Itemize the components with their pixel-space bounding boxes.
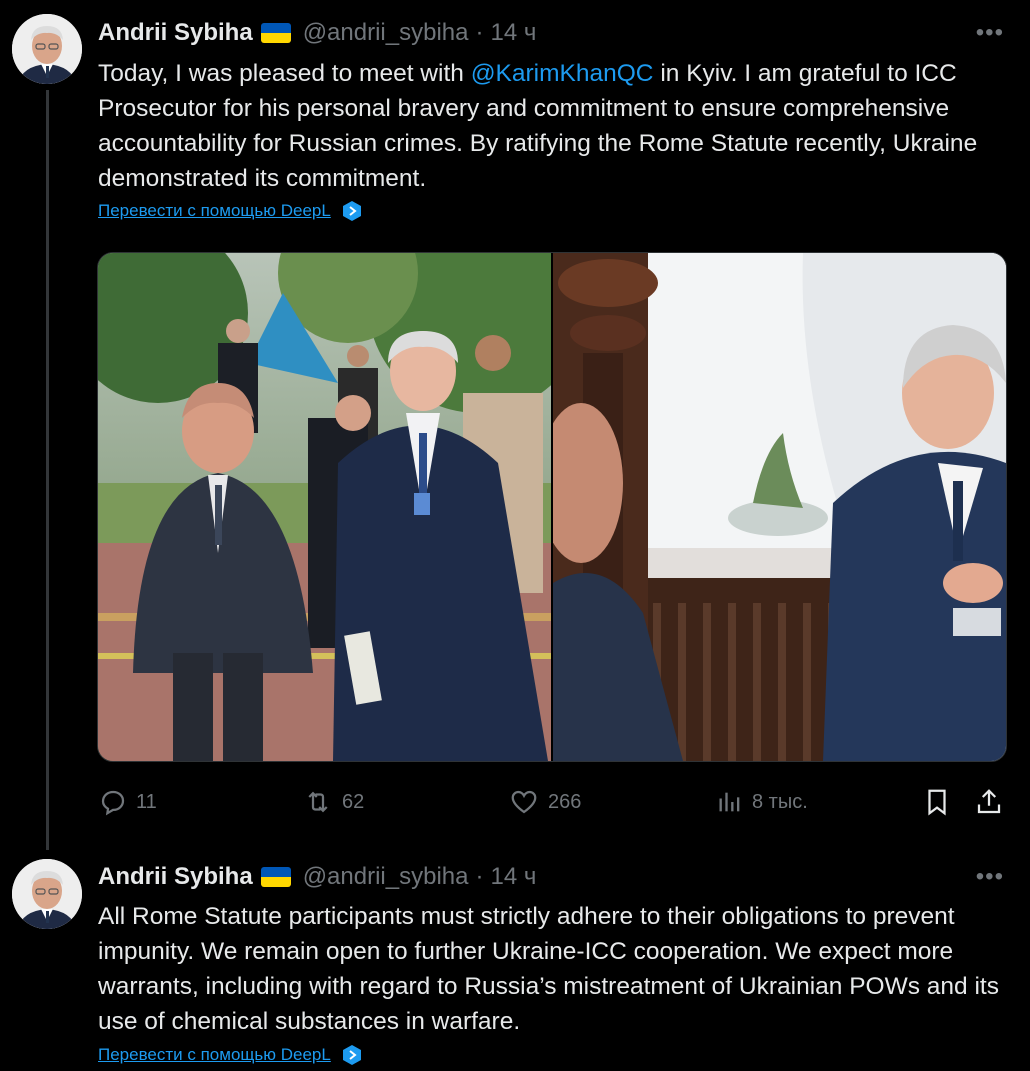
- repost-icon: [302, 787, 334, 817]
- views-button[interactable]: 8 тыс.: [716, 784, 808, 820]
- tweet-1[interactable]: Andrii Sybiha @andrii_sybiha · 14 ч ••• …: [0, 0, 1030, 850]
- bookmark-button[interactable]: [922, 784, 952, 820]
- ukraine-flag-icon: [260, 23, 291, 43]
- tweet-text: Today, I was pleased to meet with @Karim…: [98, 56, 1003, 196]
- translate-label: Перевести с помощью DeepL: [98, 1045, 331, 1064]
- photo-meeting[interactable]: [553, 253, 1006, 761]
- author-handle[interactable]: @andrii_sybiha: [303, 19, 469, 47]
- action-bar: 11 62 266 8 тыс.: [98, 784, 1018, 820]
- translate-link[interactable]: Перевести с помощью DeepL: [98, 200, 363, 222]
- share-icon: [974, 787, 1004, 817]
- deepl-icon: [341, 200, 363, 222]
- author-handle[interactable]: @andrii_sybiha: [303, 863, 469, 891]
- like-icon: [508, 787, 540, 817]
- more-icon[interactable]: •••: [976, 865, 1004, 889]
- reply-count: 11: [136, 790, 157, 813]
- separator-dot: ·: [475, 19, 484, 46]
- timestamp[interactable]: 14 ч: [490, 863, 536, 891]
- bookmark-icon: [922, 787, 952, 817]
- translate-link[interactable]: Перевести с помощью DeepL: [98, 1044, 363, 1066]
- avatar[interactable]: [12, 14, 82, 84]
- tweet-header: Andrii Sybiha @andrii_sybiha · 14 ч: [98, 18, 536, 48]
- views-count: 8 тыс.: [752, 790, 808, 813]
- like-button[interactable]: 266: [508, 784, 581, 820]
- mention-link[interactable]: @KarimKhanQC: [471, 60, 654, 87]
- text-segment: Today, I was pleased to meet with: [98, 60, 471, 87]
- deepl-icon: [341, 1044, 363, 1066]
- share-button[interactable]: [974, 784, 1004, 820]
- author-name[interactable]: Andrii Sybiha: [98, 863, 253, 891]
- avatar[interactable]: [12, 859, 82, 929]
- more-icon[interactable]: •••: [976, 21, 1004, 45]
- media-gallery[interactable]: [97, 252, 1007, 762]
- tweet-2[interactable]: Andrii Sybiha @andrii_sybiha · 14 ч ••• …: [0, 845, 1030, 1065]
- tweet-text: All Rome Statute participants must stric…: [98, 903, 999, 1035]
- like-count: 266: [548, 790, 582, 813]
- tweet-header: Andrii Sybiha @andrii_sybiha · 14 ч: [98, 862, 536, 892]
- photo-walking[interactable]: [98, 253, 551, 761]
- translate-label: Перевести с помощью DeepL: [98, 201, 331, 220]
- ukraine-flag-icon: [260, 867, 291, 887]
- repost-count: 62: [342, 790, 365, 813]
- timestamp[interactable]: 14 ч: [490, 19, 536, 47]
- repost-button[interactable]: 62: [302, 784, 364, 820]
- author-name[interactable]: Andrii Sybiha: [98, 19, 253, 47]
- views-icon: [716, 787, 744, 817]
- reply-button[interactable]: 11: [98, 784, 157, 820]
- thread-connector: [46, 90, 49, 850]
- reply-icon: [98, 787, 128, 817]
- separator-dot: ·: [475, 863, 484, 890]
